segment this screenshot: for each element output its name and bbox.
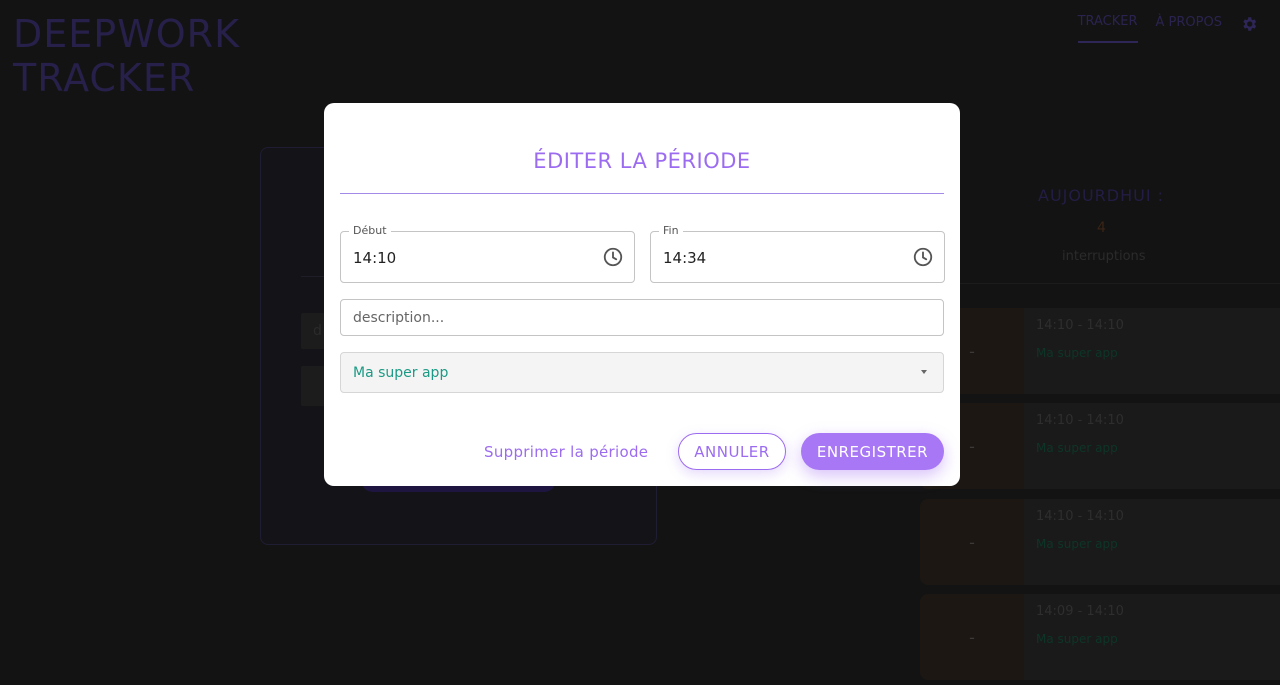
description-input[interactable]	[340, 299, 944, 336]
cancel-button[interactable]: ANNULER	[678, 433, 786, 470]
end-time-field[interactable]: Fin 14:34	[650, 224, 945, 283]
project-select[interactable]: Ma super app	[340, 352, 944, 393]
start-time-label: Début	[349, 224, 391, 237]
dialog-title: ÉDITER LA PÉRIODE	[533, 149, 751, 173]
clock-icon[interactable]	[912, 246, 934, 268]
chevron-down-icon	[921, 370, 927, 374]
start-time-value[interactable]: 14:10	[353, 249, 396, 267]
end-time-label: Fin	[659, 224, 683, 237]
edit-period-dialog: ÉDITER LA PÉRIODE Début 14:10 Fin 14:34 …	[324, 103, 960, 486]
end-time-value[interactable]: 14:34	[663, 249, 706, 267]
project-select-value: Ma super app	[353, 365, 449, 381]
title-divider	[340, 193, 944, 194]
clock-icon[interactable]	[602, 246, 624, 268]
delete-period-link[interactable]: Supprimer la période	[484, 443, 648, 461]
save-button[interactable]: ENREGISTRER	[801, 433, 944, 470]
start-time-field[interactable]: Début 14:10	[340, 224, 635, 283]
